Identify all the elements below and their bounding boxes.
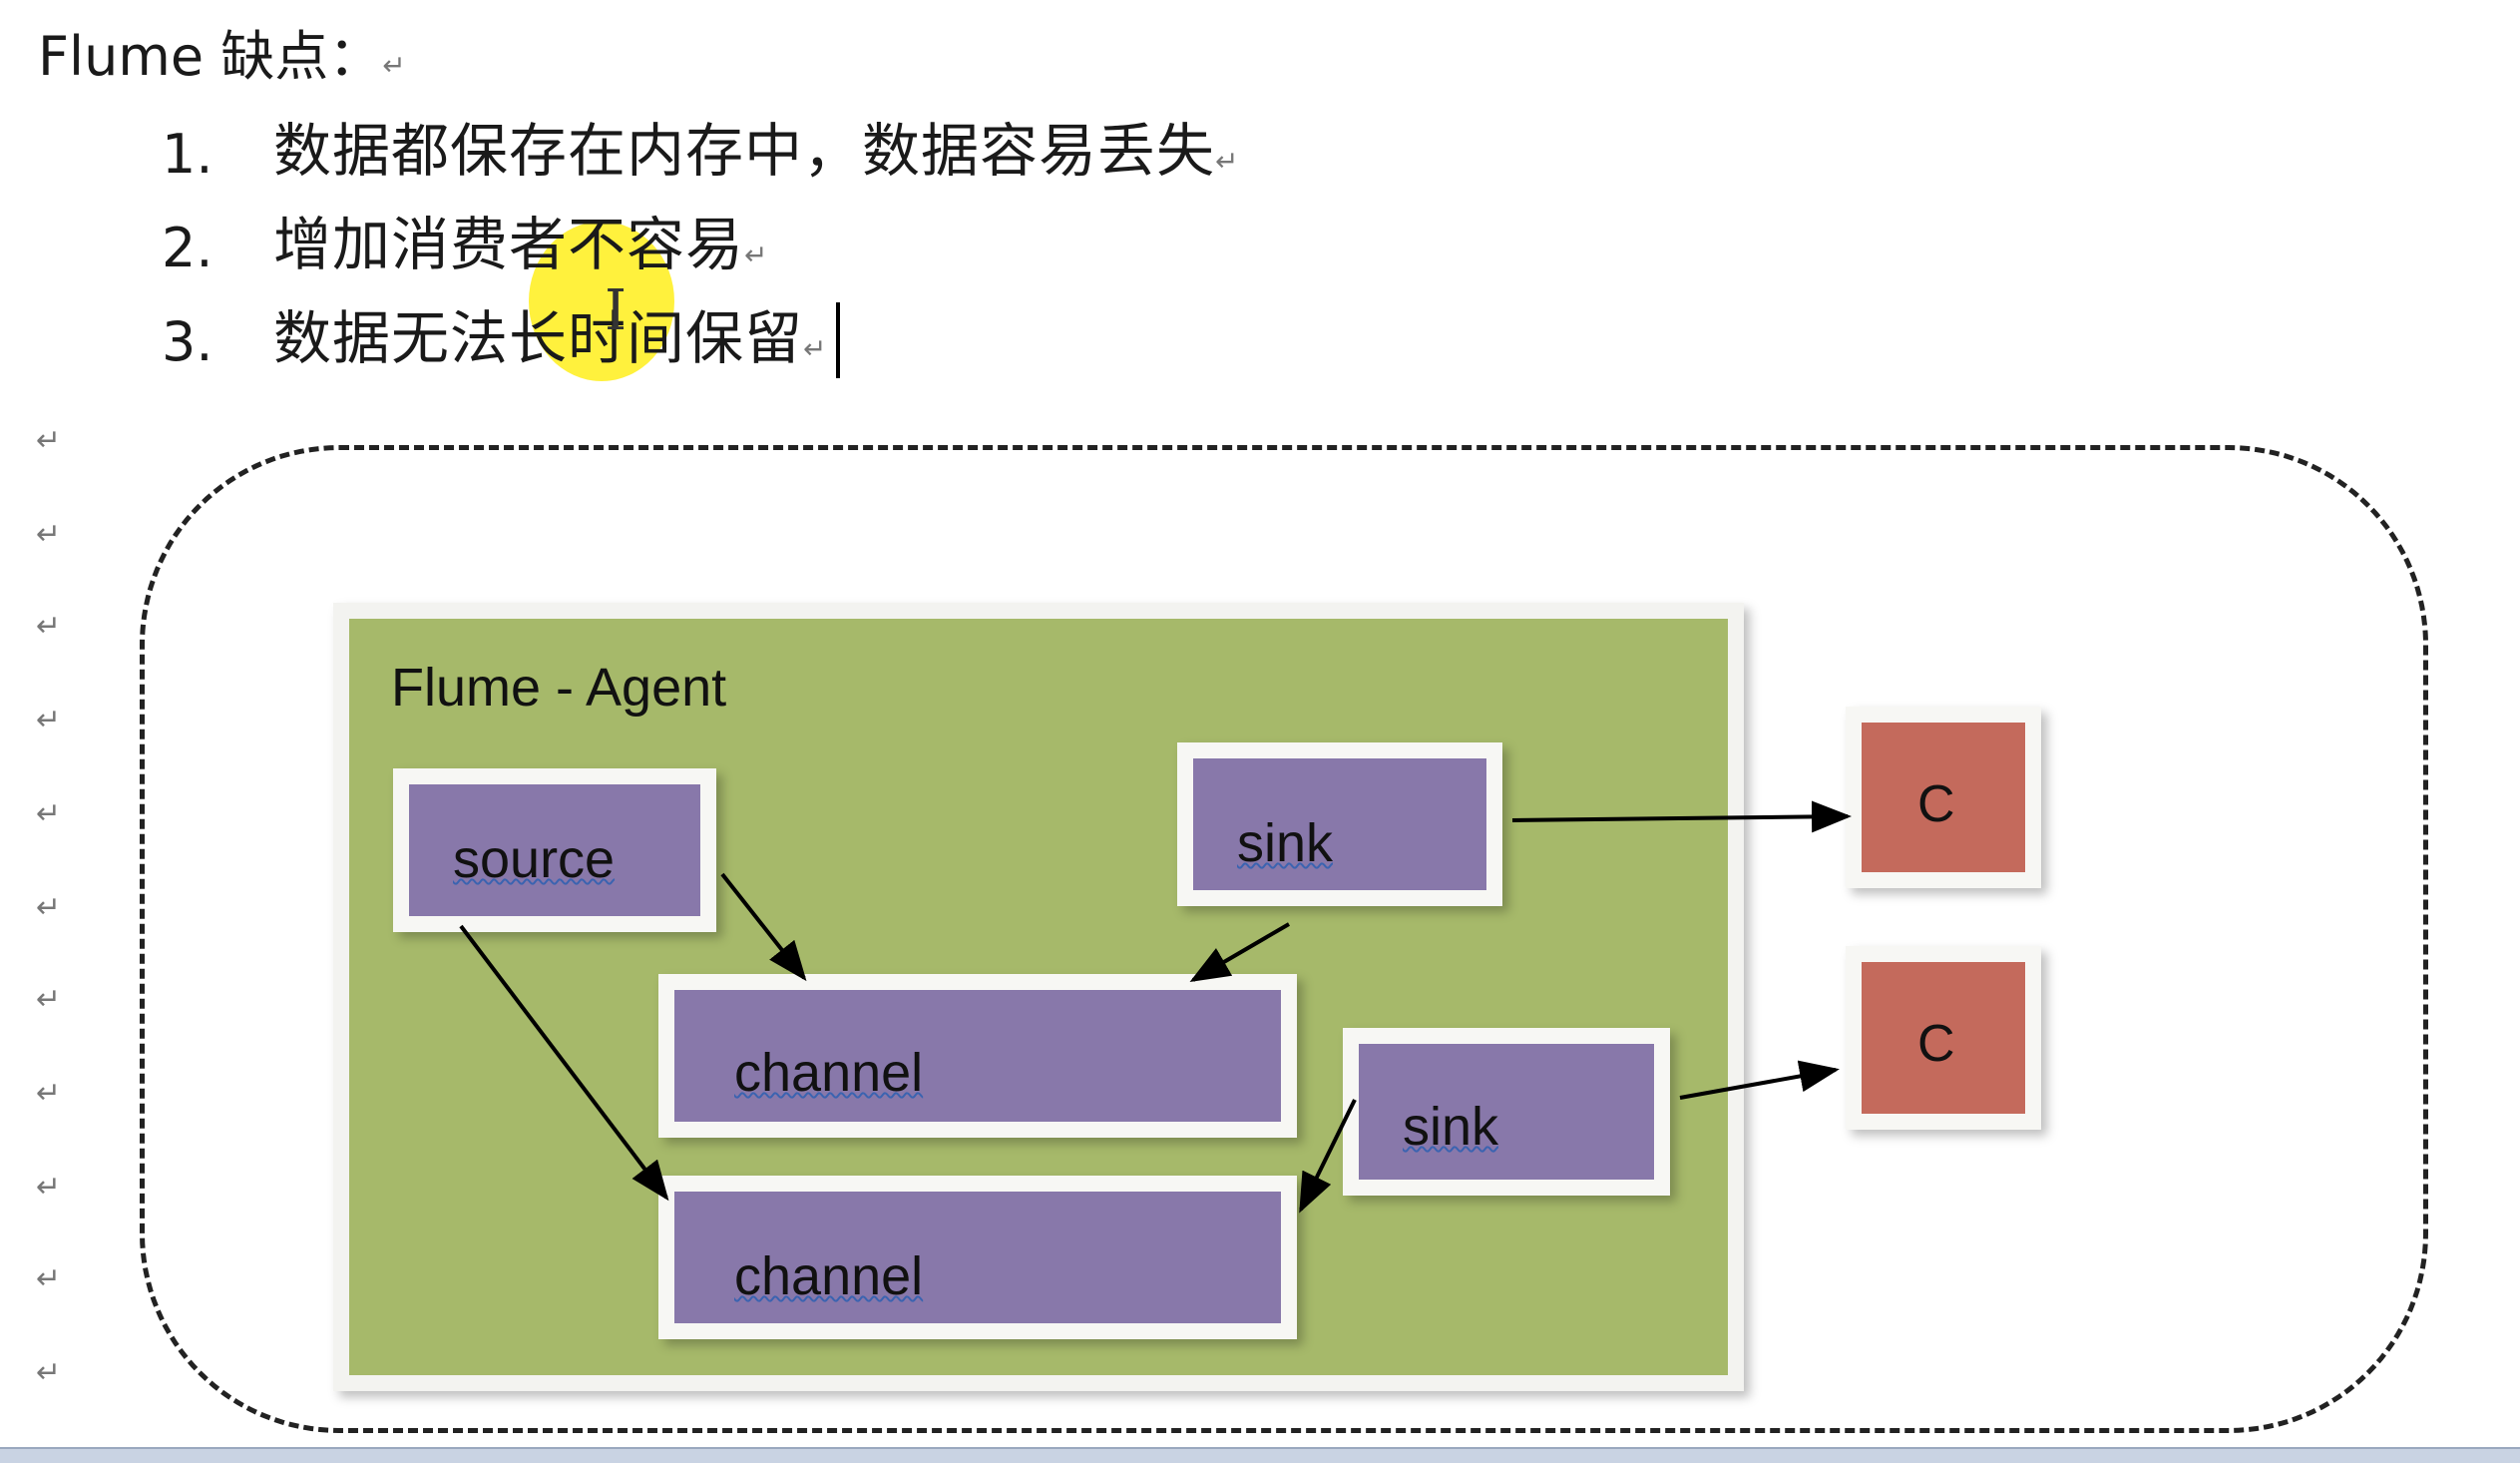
arrow-channel-top-to-sink-top xyxy=(1189,922,1291,983)
arrow-sink-top-to-consumer-top xyxy=(1511,800,1852,833)
arrow-source-to-channel-bottom xyxy=(459,924,669,1202)
arrow-channel-bottom-to-sink-bottom xyxy=(1299,1099,1357,1214)
connector-arrows xyxy=(459,800,1852,1214)
arrow-source-to-channel-top xyxy=(720,872,807,982)
arrow-sink-bottom-to-consumer-bottom xyxy=(1679,1060,1840,1100)
